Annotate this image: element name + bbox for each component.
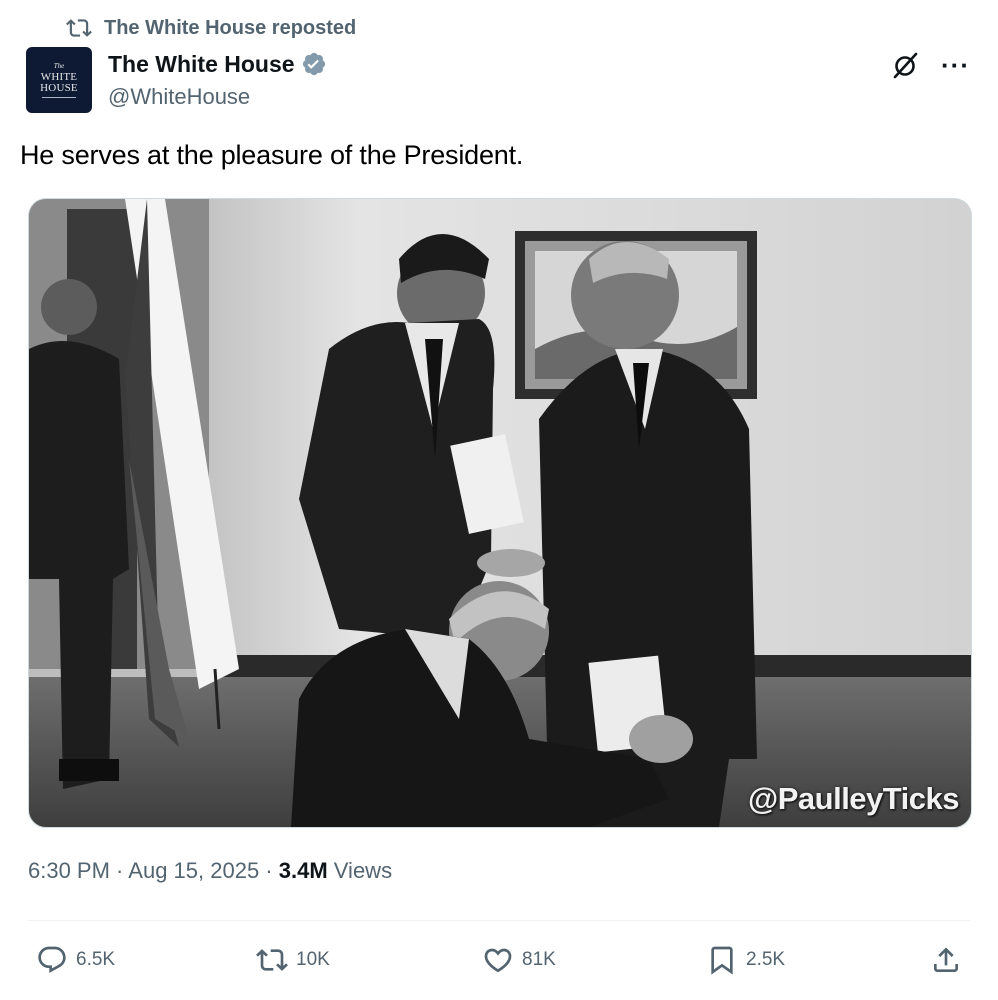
tweet-date[interactable]: Aug 15, 2025 [128,858,259,883]
top-actions: ··· [891,50,970,80]
avatar-rule [42,96,76,98]
views-label: Views [327,858,393,883]
repost-icon [66,19,92,37]
tweet-time[interactable]: 6:30 PM [28,858,110,883]
heart-icon [484,948,512,973]
like-count: 81K [522,949,556,970]
meta-separator: · [109,858,129,883]
verified-badge-icon [302,52,325,76]
tweet-text: He serves at the pleasure of the Preside… [20,140,524,170]
avatar-text-white: WHITE [40,70,78,83]
tweet-photo[interactable]: @PaulleyTicks [28,198,972,828]
bookmark-count: 2.5K [746,949,786,970]
reply-button[interactable]: 6.5K [36,944,115,976]
divider [28,920,970,921]
grok-icon [893,52,918,79]
action-bar: 6.5K 10K 81K 2.5K [0,944,998,980]
author-name[interactable]: The White House [108,51,295,78]
bookmark-button[interactable]: 2.5K [706,944,785,976]
more-options-button[interactable]: ··· [941,52,970,78]
like-button[interactable]: 81K [482,944,556,976]
bookmark-icon [711,946,733,975]
author-handle[interactable]: @WhiteHouse [108,84,327,110]
tweet-meta: 6:30 PM · Aug 15, 2025 · 3.4M Views [28,858,392,884]
repost-count: 10K [296,949,330,970]
photo-watermark: @PaulleyTicks [748,781,960,816]
grok-button[interactable] [891,50,921,80]
repost-indicator[interactable]: The White House reposted [66,14,356,42]
reply-count: 6.5K [76,949,116,970]
avatar-text-the: The [53,61,65,70]
share-button[interactable] [930,944,962,976]
photo-illustration [29,199,971,827]
avatar-text-house: HOUSE [40,81,78,94]
author-block: The White House @WhiteHouse [108,48,327,110]
meta-separator: · [259,858,279,883]
repost-button[interactable]: 10K [256,944,330,976]
share-icon [934,947,958,972]
repost-text: The White House reposted [104,16,357,39]
avatar[interactable]: The WHITE HOUSE [26,47,92,113]
views-count: 3.4M [278,858,328,883]
reply-icon [38,946,66,973]
repost-icon [256,949,288,971]
